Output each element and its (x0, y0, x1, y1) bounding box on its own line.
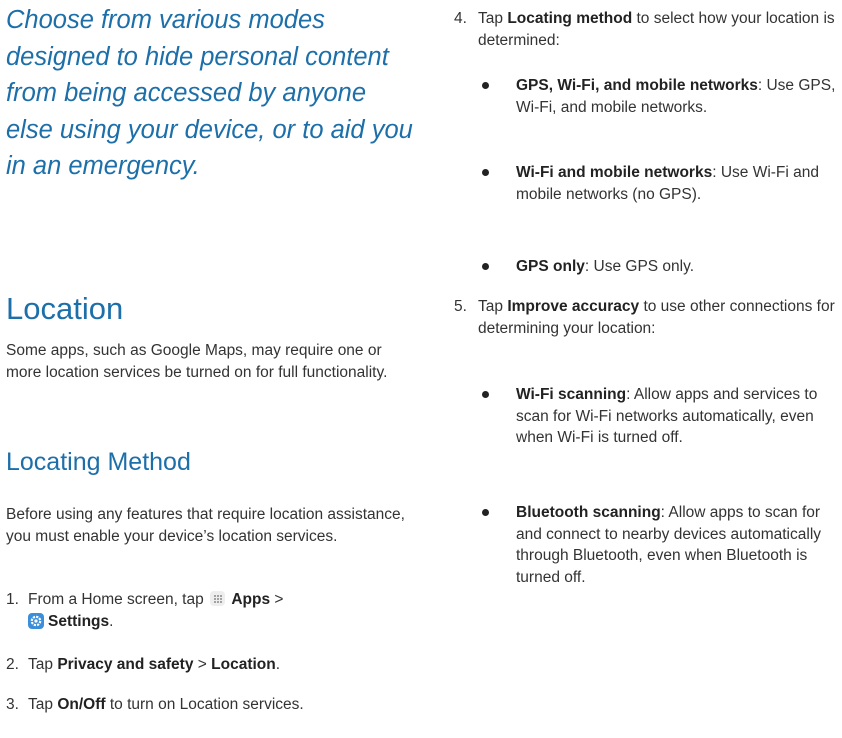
locating-method-label: Locating method (507, 10, 633, 27)
step-5: 5. Tap Improve accuracy to use other con… (454, 296, 842, 339)
apps-label: Apps (231, 591, 271, 608)
step-3: 3. Tap On/Off to turn on Location servic… (6, 694, 406, 716)
privacy-safety-label: Privacy and safety (57, 656, 194, 673)
step-number: 5. (454, 298, 467, 315)
improve-accuracy-label: Improve accuracy (507, 298, 640, 315)
step-text: Tap (478, 10, 503, 27)
list-item: GPS, Wi-Fi, and mobile networks: Use GPS… (482, 75, 842, 118)
separator: > (197, 656, 207, 673)
list-item: Wi-Fi and mobile networks: Use Wi-Fi and… (482, 162, 842, 205)
step-text: Tap (478, 298, 503, 315)
bullet-dot (482, 391, 489, 398)
settings-gear-icon (28, 612, 44, 629)
option-label: GPS, Wi-Fi, and mobile networks (516, 77, 758, 94)
step-4: 4. Tap Locating method to select how you… (454, 8, 842, 51)
locating-method-body: Before using any features that require l… (6, 506, 405, 545)
location-heading: Location (6, 291, 124, 326)
bullet-dot (482, 509, 489, 516)
location-body: Some apps, such as Google Maps, may requ… (6, 342, 388, 381)
option-label: Wi-Fi and mobile networks (516, 164, 713, 181)
location-label: Location (211, 656, 276, 673)
bullet-dot (482, 263, 489, 270)
locating-method-heading: Locating Method (6, 448, 191, 476)
option-label: Wi-Fi scanning (516, 386, 627, 403)
settings-label: Settings (48, 612, 110, 630)
list-item: Bluetooth scanning: Allow apps to scan f… (482, 502, 842, 588)
option-label: Bluetooth scanning (516, 504, 661, 521)
apps-grid-icon (210, 591, 226, 606)
list-item: GPS only: Use GPS only. (482, 256, 842, 278)
step-text: Tap (28, 656, 53, 673)
step-2: 2. Tap Privacy and safety > Location. (6, 654, 406, 676)
step-text: to turn on Location services. (109, 696, 304, 713)
step-number: 2. (6, 656, 19, 673)
list-item: Wi-Fi scanning: Allow apps and services … (482, 384, 842, 449)
on-off-label: On/Off (57, 696, 106, 713)
step-number: 4. (454, 10, 467, 27)
step-number: 1. (6, 591, 19, 608)
step-1: 1. From a Home screen, tap Apps > Settin… (6, 591, 284, 630)
option-desc: : Use GPS only. (584, 258, 695, 275)
step-number: 3. (6, 696, 19, 713)
bullet-dot (482, 82, 489, 89)
step-text: Tap (28, 696, 53, 713)
separator: > (274, 591, 284, 608)
step-text: From a Home screen, tap (28, 591, 204, 608)
option-label: GPS only (516, 258, 585, 275)
bullet-dot (482, 169, 489, 176)
intro-text: Choose from various modes designed to hi… (6, 6, 413, 180)
